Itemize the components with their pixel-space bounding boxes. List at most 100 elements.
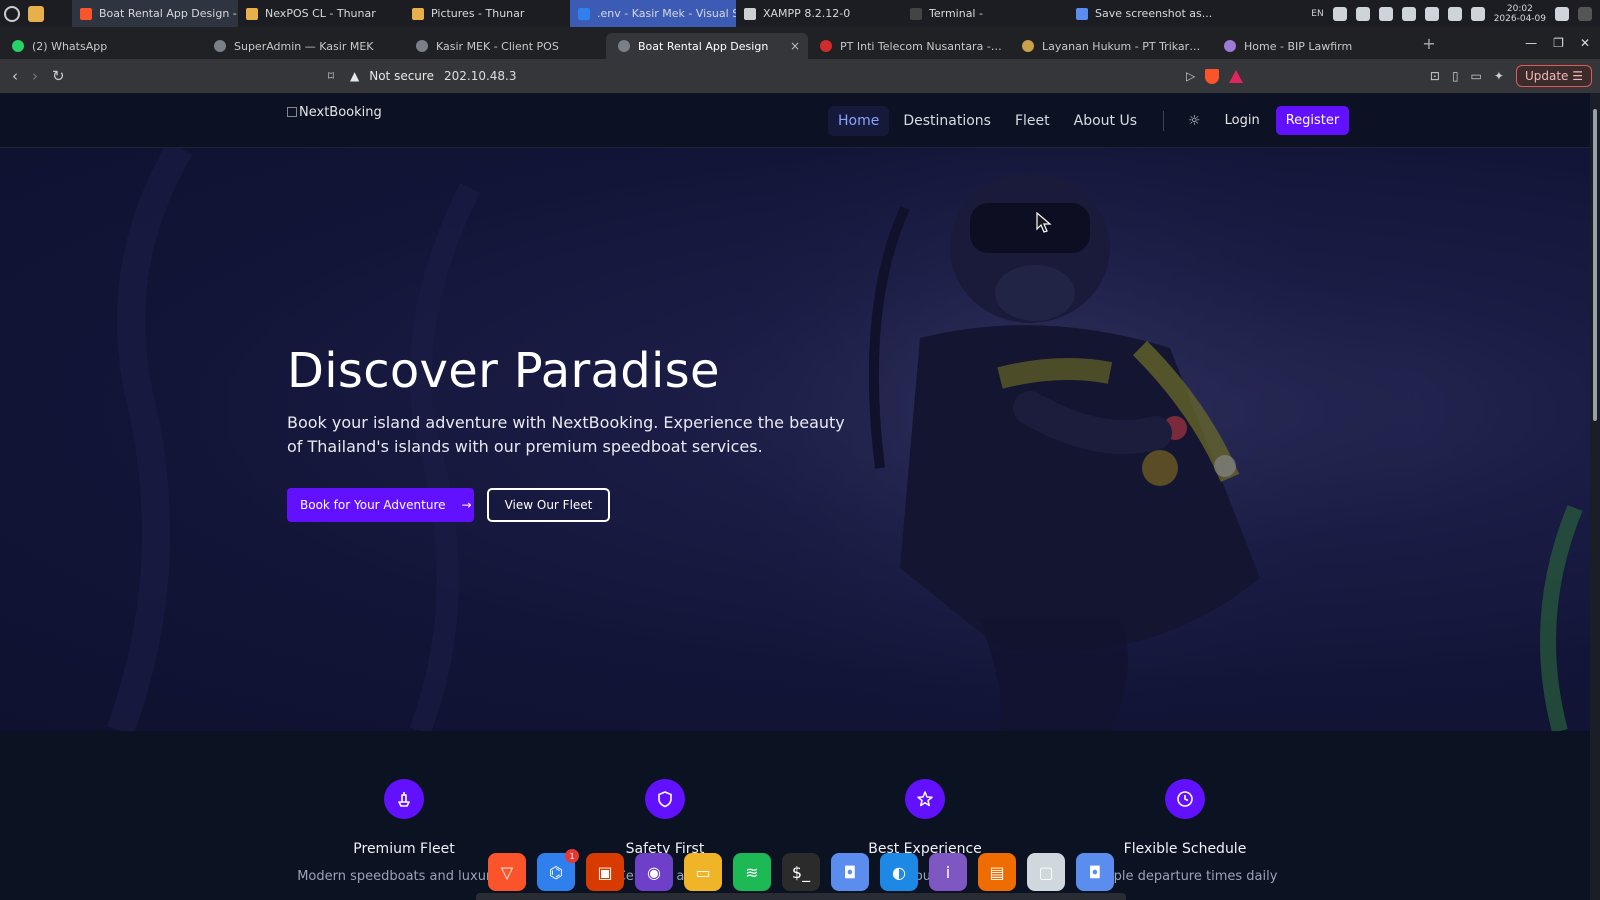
- warning-icon[interactable]: ▲: [350, 69, 359, 83]
- browser-tab[interactable]: Home - BIP Lawfirm: [1212, 33, 1414, 59]
- browser-tab-label: PT Inti Telecom Nusantara - Infras: [840, 39, 1002, 53]
- minimize-icon[interactable]: —: [1525, 36, 1537, 50]
- os-task-label: Terminal -: [929, 7, 983, 20]
- browser-tab[interactable]: SuperAdmin — Kasir MEK: [202, 33, 404, 59]
- favicon-icon: [1224, 40, 1236, 52]
- brave-rewards-icon[interactable]: [1229, 69, 1244, 83]
- browser-tab[interactable]: Boat Rental App Design ×: [606, 33, 808, 59]
- url-field[interactable]: ▲ Not secure 202.10.48.3: [342, 63, 1172, 89]
- shield-icon[interactable]: [1355, 6, 1370, 21]
- brave-dock-icon[interactable]: ▽: [488, 853, 526, 891]
- camera-icon: [1076, 7, 1088, 20]
- mouse-cursor-icon: [1036, 212, 1052, 233]
- screenshot-dock-icon[interactable]: ◘: [831, 853, 869, 891]
- brave-shields-icon[interactable]: [1205, 68, 1220, 84]
- terminal-dock-icon[interactable]: $_: [782, 853, 820, 891]
- dock-glyph: ▣: [597, 862, 613, 882]
- wallet-icon[interactable]: ▭: [1471, 69, 1482, 83]
- register-button[interactable]: Register: [1275, 106, 1350, 135]
- broken-image-icon: [287, 107, 297, 117]
- battery-icon[interactable]: [1447, 6, 1462, 21]
- restore-icon[interactable]: ❐: [1553, 36, 1564, 50]
- bell-icon[interactable]: [1332, 6, 1347, 21]
- github-dock-icon[interactable]: ◉: [635, 853, 673, 891]
- app-menu-icon[interactable]: [4, 5, 20, 22]
- site-logo[interactable]: NextBooking: [287, 105, 382, 120]
- back-icon[interactable]: ‹: [12, 67, 18, 85]
- os-task-label: NexPOS CL - Thunar: [265, 7, 376, 20]
- nav-link-fleet[interactable]: Fleet: [1005, 106, 1060, 136]
- update-button[interactable]: Update ☰: [1515, 65, 1592, 87]
- book-adventure-button[interactable]: Book for Your Adventure →: [287, 488, 474, 522]
- leo-ai-icon[interactable]: ✦: [1494, 69, 1504, 83]
- nav-link-home[interactable]: Home: [828, 105, 890, 136]
- browser-tab[interactable]: PT Inti Telecom Nusantara - Infras: [808, 33, 1010, 59]
- dock-glyph: ◘: [1088, 862, 1102, 882]
- spotify-dock-icon[interactable]: ≋: [733, 853, 771, 891]
- bookmark-icon[interactable]: ⌑: [320, 69, 342, 83]
- browser-tab[interactable]: (2) WhatsApp: [0, 33, 202, 59]
- camera-dock-icon[interactable]: ◘: [1076, 853, 1114, 891]
- browser-tools: ⊡ ▯ ▭ ✦ Update ☰: [1430, 65, 1600, 87]
- os-task-label: XAMPP 8.2.12-0: [763, 7, 851, 20]
- scrollbar-thumb[interactable]: [1593, 109, 1597, 421]
- dock-glyph: $_: [791, 862, 811, 882]
- document-dock-icon[interactable]: ▤: [978, 853, 1016, 891]
- office-dock-icon[interactable]: ▣: [586, 853, 624, 891]
- os-task-item[interactable]: XAMPP 8.2.12-0: [736, 0, 902, 27]
- browser-tab-label: (2) WhatsApp: [32, 39, 108, 53]
- nav-buttons: ‹ › ↻: [0, 67, 320, 85]
- os-task-item[interactable]: Pictures - Thunar: [404, 0, 570, 27]
- session-icon[interactable]: [1578, 6, 1592, 21]
- network-icon[interactable]: [1424, 6, 1439, 21]
- keyboard-layout[interactable]: EN: [1311, 9, 1323, 19]
- login-link[interactable]: Login: [1217, 113, 1268, 128]
- os-task-item[interactable]: NexPOS CL - Thunar: [238, 0, 404, 27]
- feature-icon-badge: [384, 779, 424, 819]
- dock-glyph: ⌬: [549, 862, 563, 882]
- window-dock-icon[interactable]: ▢: [1027, 853, 1065, 891]
- os-task-item[interactable]: Boat Rental App Design - B...: [72, 0, 238, 27]
- window-icon: [744, 7, 756, 20]
- favicon-icon: [12, 40, 24, 52]
- folder-icon[interactable]: [28, 5, 44, 22]
- info-dock-icon[interactable]: i: [929, 853, 967, 891]
- os-task-item[interactable]: .env - Kasir Mek - Visual St...: [570, 0, 736, 27]
- clock[interactable]: 20:02 2026-04-09: [1494, 4, 1546, 24]
- reload-icon[interactable]: ↻: [52, 67, 65, 85]
- close-window-icon[interactable]: ✕: [1580, 36, 1590, 50]
- os-task-item[interactable]: Terminal -: [902, 0, 1068, 27]
- sidebar-icon[interactable]: ▯: [1452, 69, 1459, 83]
- clipboard-icon[interactable]: [1378, 6, 1393, 21]
- nav-link-destinations[interactable]: Destinations: [893, 106, 1001, 136]
- files-dock-icon[interactable]: ▭: [684, 853, 722, 891]
- vscode-dock-icon[interactable]: ⌬ 1: [537, 849, 579, 891]
- screenshot-icon[interactable]: ⊡: [1430, 69, 1440, 83]
- browser-dock-icon[interactable]: ◐: [880, 853, 918, 891]
- volume-icon[interactable]: [1470, 6, 1485, 21]
- window-controls: — ❐ ✕: [1525, 36, 1600, 50]
- url-text[interactable]: 202.10.48.3: [444, 69, 517, 83]
- os-task-item[interactable]: Save screenshot as...: [1068, 0, 1234, 27]
- nav-link-about-us[interactable]: About Us: [1064, 106, 1147, 136]
- terminal-icon: [910, 7, 922, 20]
- wifi-icon[interactable]: [1401, 6, 1416, 21]
- notification-icon[interactable]: [1555, 6, 1569, 21]
- security-label[interactable]: Not secure: [369, 69, 434, 83]
- browser-tab[interactable]: Kasir MEK - Client POS: [404, 33, 606, 59]
- folder-icon: [412, 7, 424, 20]
- sun-icon[interactable]: ☼: [1180, 113, 1209, 129]
- dock-glyph: ▢: [1038, 862, 1054, 882]
- brave-icon: [80, 7, 92, 20]
- share-icon[interactable]: ▷: [1186, 69, 1195, 83]
- clock-time: 20:02: [1506, 3, 1533, 14]
- close-tab-icon[interactable]: ×: [790, 39, 800, 53]
- view-fleet-button[interactable]: View Our Fleet: [487, 488, 610, 522]
- dock-glyph: ▤: [989, 862, 1005, 882]
- new-tab-button[interactable]: +: [1414, 34, 1444, 53]
- forward-icon[interactable]: ›: [32, 67, 38, 85]
- vscode-icon: [578, 7, 590, 20]
- os-task-label: .env - Kasir Mek - Visual St...: [597, 7, 736, 20]
- page-scrollbar[interactable]: [1590, 93, 1600, 900]
- browser-tab[interactable]: Layanan Hukum - PT Trikarsa Lega: [1010, 33, 1212, 59]
